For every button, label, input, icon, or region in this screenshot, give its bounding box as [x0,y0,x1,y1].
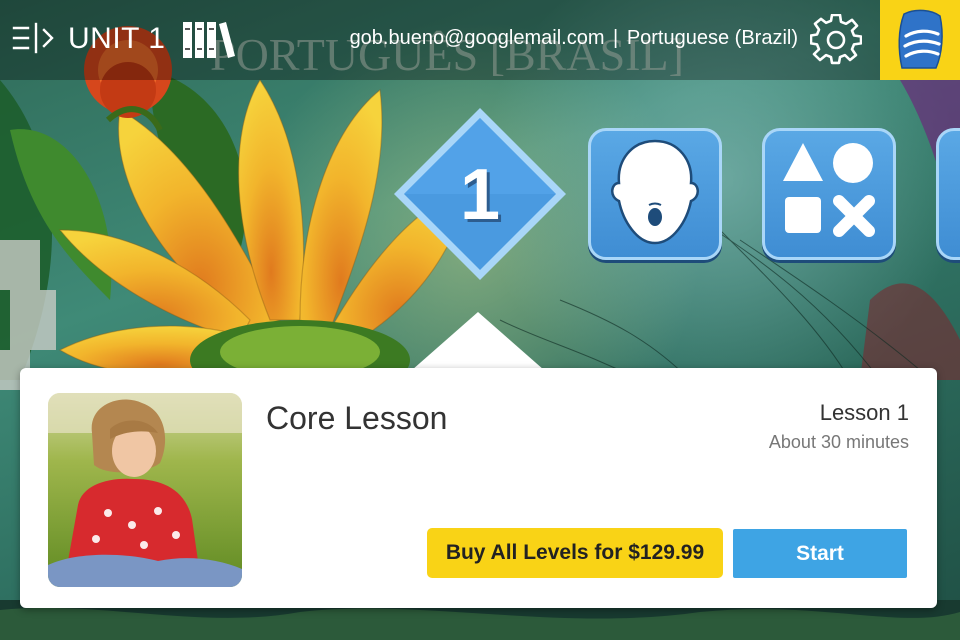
app-screen: PORTUGUÊS [BRASIL] UNIT 1 gob.bueno@goog… [0,0,960,640]
library-books-icon[interactable] [181,20,235,60]
lesson-title: Core Lesson [266,400,448,436]
lesson-duration: About 30 minutes [768,432,909,452]
start-button[interactable]: Start [733,529,907,578]
brand-logo[interactable] [880,0,960,80]
face-speaking-icon [611,139,699,245]
lesson-photo [48,393,242,587]
core-lesson-tile[interactable]: 1 [390,104,570,284]
shapes-activity-tile[interactable] [762,128,896,260]
next-tile-box [936,128,960,260]
pronunciation-tile-box [588,128,722,260]
shapes-tile-box [762,128,896,260]
card-pointer [412,312,544,370]
top-bar: UNIT 1 gob.bueno@googlemail.com | Portug… [0,0,960,80]
core-lesson-number: 1 [459,155,501,235]
unit-title[interactable]: UNIT 1 [68,20,165,58]
lesson-number: Lesson 1 [819,400,909,425]
next-activity-tile-partial[interactable] [936,128,960,260]
sidebar-menu-icon[interactable] [12,22,60,54]
pronunciation-tile[interactable] [588,128,722,260]
buy-all-levels-button[interactable]: Buy All Levels for $129.99 [427,528,723,578]
lesson-card: Core Lesson Lesson 1 About 30 minutes Bu… [20,368,937,608]
account-separator: | [613,27,619,49]
account-email: gob.bueno@googlemail.com [349,27,605,49]
child-in-red-sweater-photo [48,393,242,587]
rosetta-stone-logo [898,9,943,69]
gear-icon[interactable] [810,14,862,66]
shapes-icon [783,143,875,237]
lesson-path: 1 [0,90,960,290]
course-language: Portuguese (Brazil) [626,27,798,49]
account-info: gob.bueno@googlemail.com | Portuguese (B… [338,24,798,52]
